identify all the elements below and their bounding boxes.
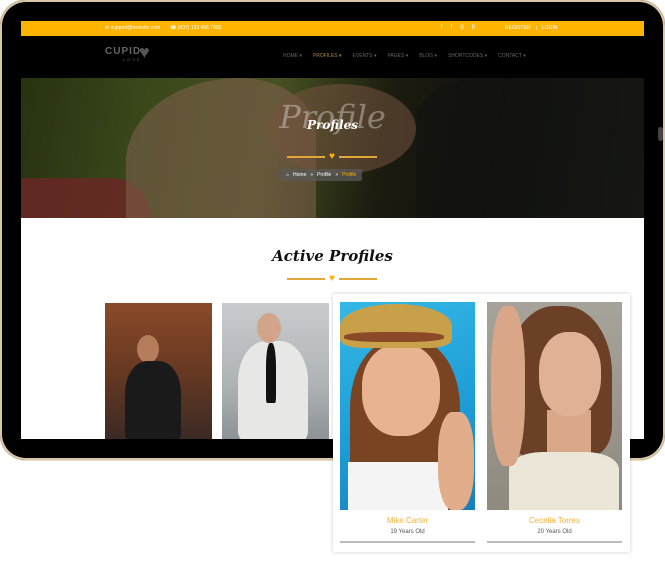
breadcrumb-home[interactable]: Home xyxy=(293,172,306,178)
profile-photo-detail xyxy=(509,452,619,510)
email-link[interactable]: ✉ support@website.com xyxy=(105,25,160,31)
profile-name[interactable]: Cecelia Torres xyxy=(487,516,622,525)
breadcrumb-separator: » xyxy=(310,172,314,178)
register-link[interactable]: REGISTER xyxy=(505,25,531,31)
featured-profiles-panel: Mike Carter 19 Years Old Cecelia Torres … xyxy=(333,294,630,552)
profile-card[interactable]: Cecelia Torres 20 Years Old xyxy=(487,302,622,543)
heart-icon: ♥ xyxy=(329,151,335,162)
menu-item-shortcodes[interactable]: SHORTCODES ▾ xyxy=(448,53,487,59)
menu-item-profiles[interactable]: PROFILES ▾ xyxy=(313,53,342,59)
profile-name[interactable]: Mike Carter xyxy=(340,516,475,525)
profile-card-photo[interactable] xyxy=(105,303,212,439)
google-icon[interactable]: g xyxy=(460,24,463,30)
profile-age: 19 Years Old xyxy=(390,529,425,535)
profile-photo-detail xyxy=(438,412,474,510)
profile-photo-detail xyxy=(491,306,525,466)
divider-line xyxy=(287,278,325,280)
breadcrumb-profile[interactable]: Profile xyxy=(317,172,331,178)
card-underline xyxy=(340,541,475,543)
phone-text: (007) 123 456 7890 xyxy=(177,25,222,31)
breadcrumb: ⌂ Home » Profile » Profile xyxy=(280,169,363,181)
cupid-icon: ♥ xyxy=(139,42,150,62)
profile-photo-detail xyxy=(137,335,159,363)
site-logo[interactable]: CUPID LOVE xyxy=(105,46,142,62)
profile-photo-detail xyxy=(539,332,601,416)
profile-photo-detail xyxy=(344,332,444,342)
profile-photo-detail xyxy=(257,313,281,343)
hero-banner: Profile Profiles ♥ ⌂ Home » Profile » Pr… xyxy=(21,78,644,218)
tablet-side-button xyxy=(658,127,663,141)
main-navbar: CUPID LOVE ♥ HOME ▾ PROFILES ▾ EVENTS ▾ … xyxy=(21,36,644,78)
profile-card[interactable]: Mike Carter 19 Years Old xyxy=(340,302,475,543)
login-link[interactable]: LOGIN xyxy=(542,25,558,31)
breadcrumb-separator: » xyxy=(335,172,339,178)
profile-photo-detail xyxy=(348,462,448,510)
profile-photo-detail xyxy=(362,344,440,436)
divider-line xyxy=(287,156,325,158)
heart-icon: ♥ xyxy=(329,273,335,284)
title-divider: ♥ xyxy=(287,151,377,162)
profile-photo-detail xyxy=(125,361,181,439)
card-underline xyxy=(487,541,622,543)
email-text: support@website.com xyxy=(110,25,161,31)
profile-photo[interactable] xyxy=(487,302,622,510)
section-divider: ♥ xyxy=(287,273,377,284)
top-bar: ✉ support@website.com ☎ (007) 123 456 78… xyxy=(21,21,644,36)
auth-links: REGISTER | LOGIN xyxy=(505,25,557,31)
main-menu: HOME ▾ PROFILES ▾ EVENTS ▾ PAGES ▾ BLOG … xyxy=(283,53,526,59)
divider-line xyxy=(338,156,377,158)
logo-name: CUPID xyxy=(105,46,142,57)
phone-info: ☎ (007) 123 456 7890 xyxy=(170,25,222,31)
contact-info: ✉ support@website.com ☎ (007) 123 456 78… xyxy=(105,25,221,31)
profile-card-photo[interactable] xyxy=(222,303,329,439)
menu-item-events[interactable]: EVENTS ▾ xyxy=(353,53,377,59)
breadcrumb-current: Profile xyxy=(342,172,357,178)
social-links: f t g p xyxy=(441,24,475,30)
auth-separator: | xyxy=(535,25,537,31)
section-title: Active Profiles xyxy=(272,247,393,265)
menu-item-contact[interactable]: CONTACT ▾ xyxy=(498,53,526,59)
profile-photo-detail xyxy=(266,343,276,403)
page-title: Profiles xyxy=(306,118,359,132)
home-icon: ⌂ xyxy=(286,172,290,178)
divider-line xyxy=(338,278,377,280)
menu-item-home[interactable]: HOME ▾ xyxy=(283,53,302,59)
profile-age: 20 Years Old xyxy=(537,529,572,535)
pinterest-icon[interactable]: p xyxy=(472,24,475,30)
twitter-icon[interactable]: t xyxy=(451,24,453,30)
facebook-icon[interactable]: f xyxy=(441,24,443,30)
profile-photo[interactable] xyxy=(340,302,475,510)
menu-item-pages[interactable]: PAGES ▾ xyxy=(387,53,408,59)
menu-item-blog[interactable]: BLOG ▾ xyxy=(419,53,437,59)
